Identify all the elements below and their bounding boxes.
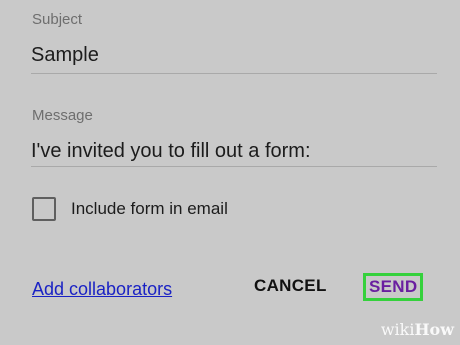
add-collaborators-link[interactable]: Add collaborators [32, 279, 172, 300]
message-label: Message [32, 107, 93, 124]
send-button[interactable]: SEND [363, 273, 424, 301]
subject-label: Subject [32, 11, 83, 28]
include-form-checkbox[interactable] [32, 197, 56, 221]
cancel-button[interactable]: CANCEL [254, 276, 327, 296]
subject-input[interactable]: Sample [31, 44, 99, 67]
wikihow-watermark: wikiHow [381, 320, 454, 339]
watermark-wiki: wiki [380, 320, 415, 339]
message-underline [31, 166, 437, 167]
message-input[interactable]: I've invited you to fill out a form: [31, 140, 311, 163]
subject-underline [31, 73, 437, 74]
include-form-label: Include form in email [71, 199, 228, 218]
watermark-how: How [414, 320, 454, 339]
